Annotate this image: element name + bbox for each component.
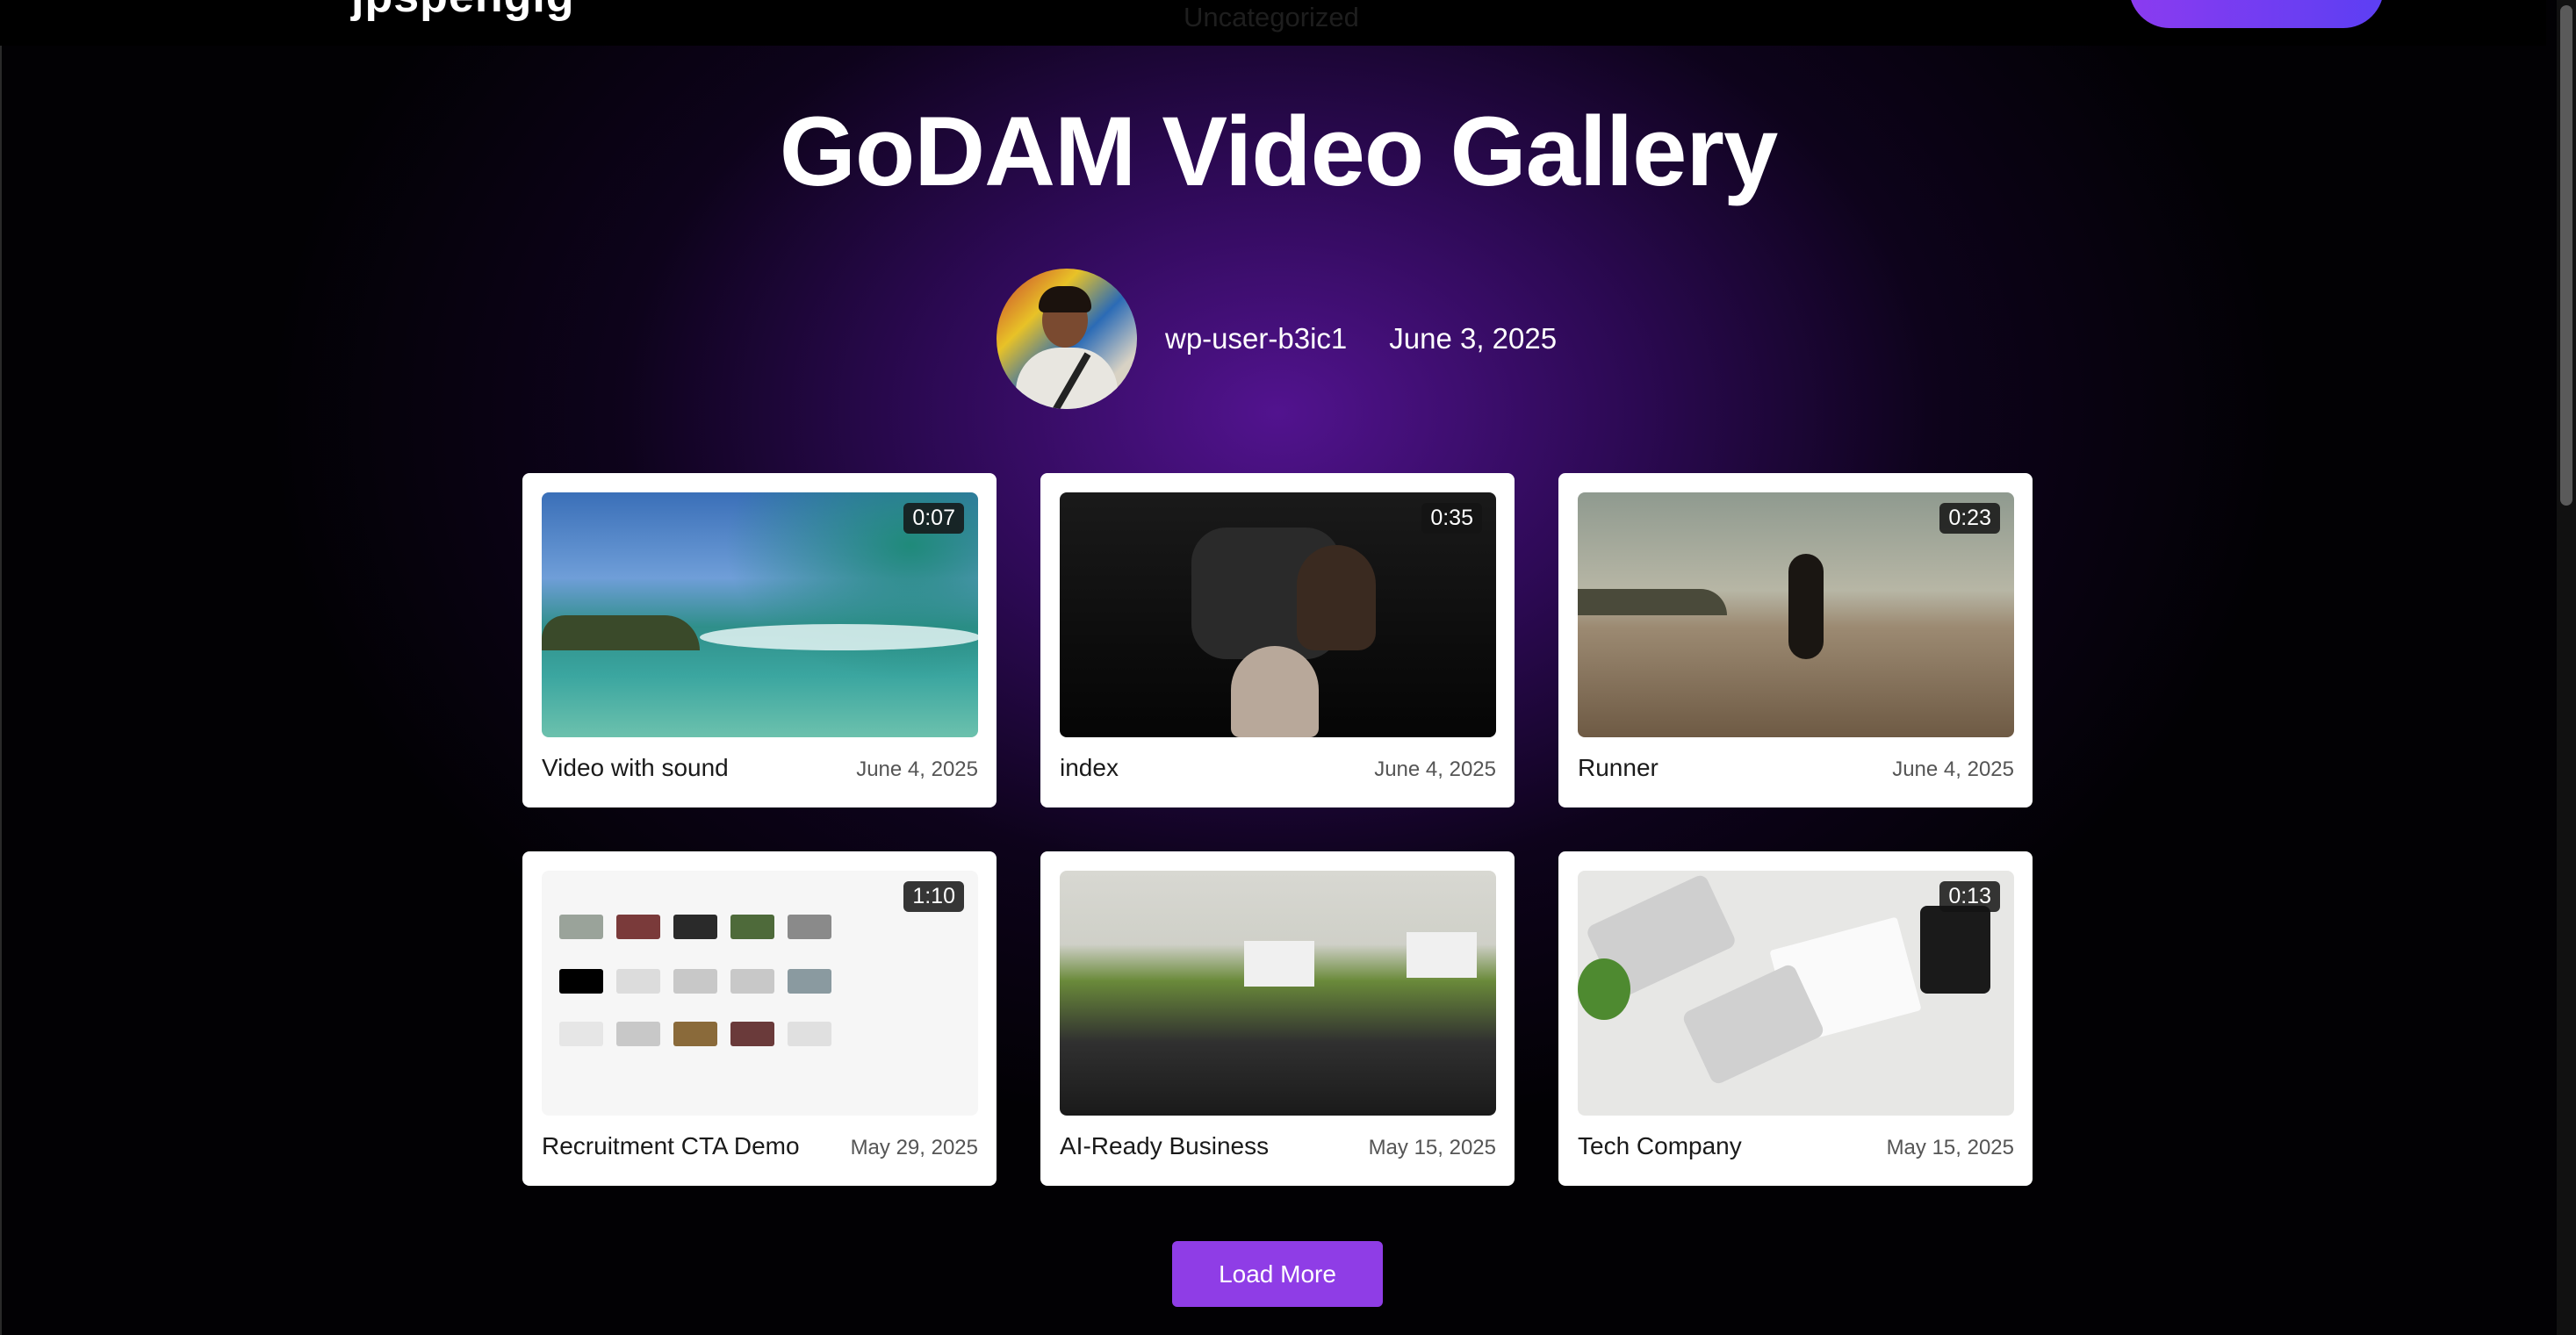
load-more-button[interactable]: Load More (1172, 1241, 1383, 1307)
video-thumbnail[interactable]: 0:35 (1060, 492, 1496, 737)
page-title: GoDAM Video Gallery (779, 97, 1779, 206)
video-grid: 0:07 Video with sound June 4, 2025 0:35 … (522, 473, 2033, 1186)
video-thumbnail[interactable]: 0:07 (542, 492, 978, 737)
video-card[interactable]: 0:13 Tech Company May 15, 2025 (1558, 851, 2033, 1186)
scrollbar-thumb[interactable] (2560, 5, 2572, 506)
video-card[interactable]: 1:10 Recruitment CTA Demo May 29, 2025 (522, 851, 997, 1186)
scrollbar[interactable] (2557, 0, 2576, 1335)
category-link[interactable]: Uncategorized (1184, 2, 1359, 33)
video-thumbnail[interactable]: 0:23 (1578, 492, 2014, 737)
author-meta: wp-user-b3ic1 June 3, 2025 (997, 269, 1557, 409)
video-date: May 29, 2025 (850, 1136, 978, 1159)
duration-badge: 1:10 (903, 881, 964, 912)
video-title[interactable]: Tech Company (1578, 1132, 1742, 1160)
duration-badge: 0:07 (903, 503, 964, 534)
video-date: June 4, 2025 (856, 757, 978, 781)
video-date: May 15, 2025 (1368, 1136, 1496, 1159)
video-thumbnail[interactable]: 0:13 (1578, 871, 2014, 1116)
duration-badge: 0:13 (1939, 881, 2000, 912)
duration-badge: 0:35 (1421, 503, 1482, 534)
video-card[interactable]: 0:07 Video with sound June 4, 2025 (522, 473, 997, 807)
video-card[interactable]: 0:23 Runner June 4, 2025 (1558, 473, 2033, 807)
video-card[interactable]: AI-Ready Business May 15, 2025 (1040, 851, 1515, 1186)
video-date: June 4, 2025 (1374, 757, 1496, 781)
video-title[interactable]: Recruitment CTA Demo (542, 1132, 800, 1160)
video-card[interactable]: 0:35 index June 4, 2025 (1040, 473, 1515, 807)
duration-badge: 0:23 (1939, 503, 2000, 534)
video-title[interactable]: Runner (1578, 754, 1659, 782)
video-title[interactable]: index (1060, 754, 1119, 782)
video-thumbnail[interactable]: 1:10 (542, 871, 978, 1116)
top-header: jpspenglg Uncategorized (0, 0, 2546, 46)
post-date: June 3, 2025 (1389, 322, 1558, 355)
avatar[interactable] (997, 269, 1137, 409)
site-title[interactable]: jpspenglg (351, 0, 575, 23)
header-cta-button[interactable] (2129, 0, 2384, 28)
video-date: May 15, 2025 (1886, 1136, 2014, 1159)
video-thumbnail[interactable] (1060, 871, 1496, 1116)
video-title[interactable]: AI-Ready Business (1060, 1132, 1269, 1160)
video-date: June 4, 2025 (1892, 757, 2014, 781)
video-title[interactable]: Video with sound (542, 754, 729, 782)
page: jpspenglg Uncategorized GoDAM Video Gall… (0, 0, 2576, 1335)
author-name[interactable]: wp-user-b3ic1 (1165, 322, 1347, 355)
